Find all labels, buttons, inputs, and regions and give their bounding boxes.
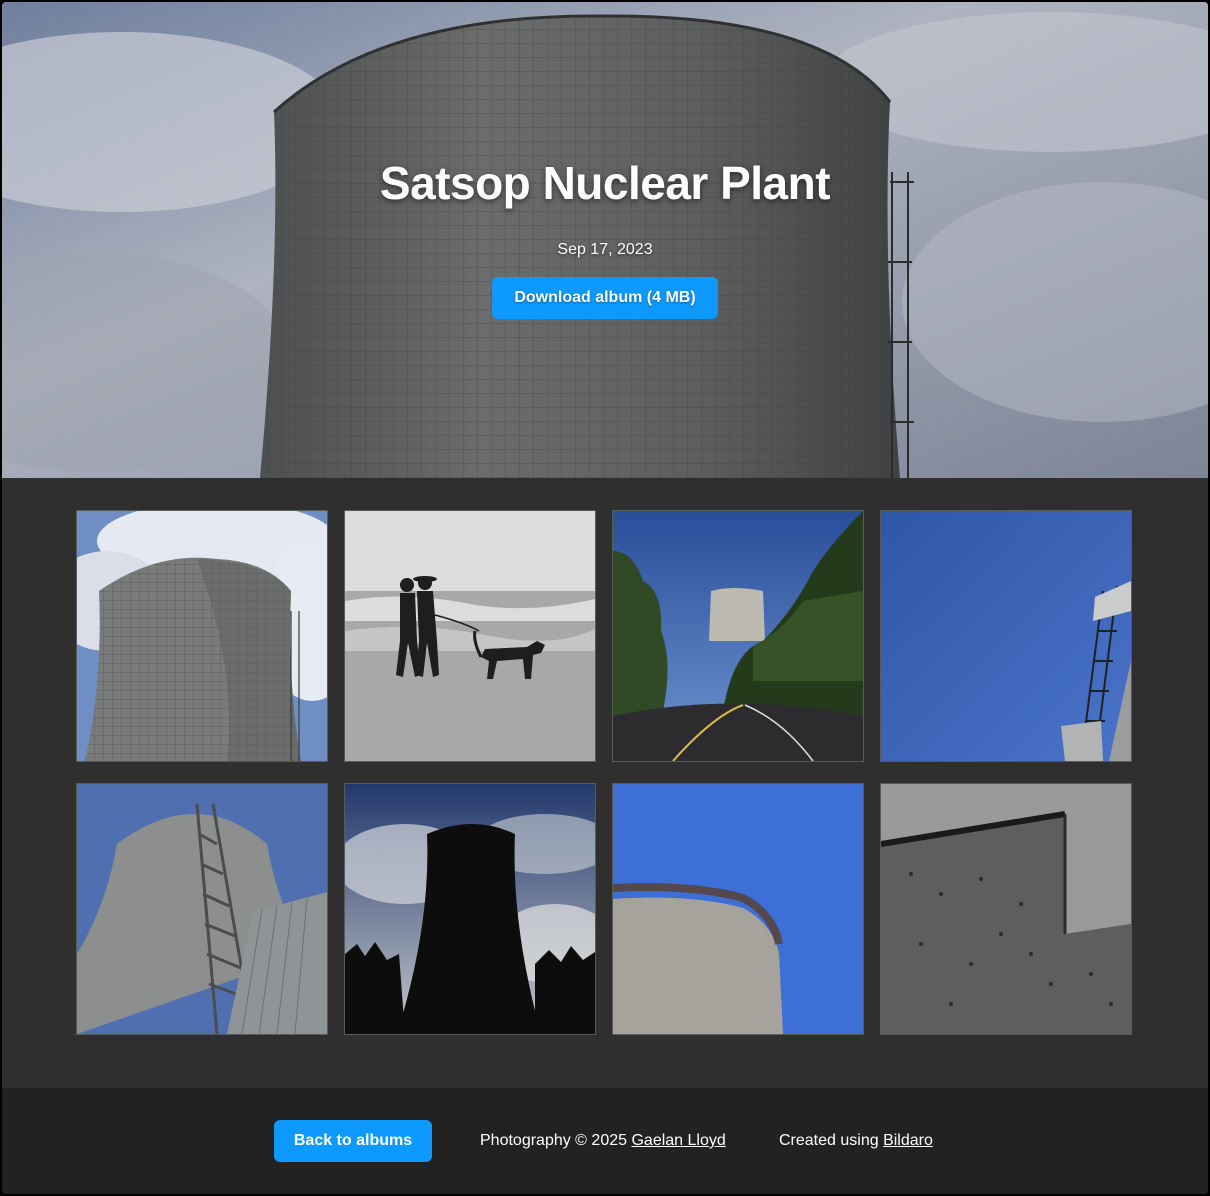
photo-thumbnail-tower-ladder[interactable] [76, 783, 328, 1035]
created-prefix: Created using [779, 1132, 879, 1149]
photo-thumbnail-beach-walk[interactable] [344, 510, 596, 762]
generator-credit: Created using Bildaro [779, 1132, 933, 1150]
photo-image [613, 511, 863, 761]
photo-image [345, 511, 595, 761]
photo-image [881, 784, 1131, 1034]
photo-image [77, 511, 327, 761]
photography-prefix: Photography © 2025 [480, 1132, 628, 1149]
photographer-link[interactable]: Gaelan Lloyd [631, 1132, 725, 1149]
download-album-button[interactable]: Download album (4 MB) [492, 277, 718, 319]
photo-image [881, 511, 1131, 761]
hero-cover-image [2, 2, 1208, 478]
photo-thumbnail-road-tower[interactable] [612, 510, 864, 762]
generator-link[interactable]: Bildaro [883, 1132, 933, 1149]
photo-image [345, 784, 595, 1034]
album-title: Satsop Nuclear Plant [379, 157, 831, 209]
photo-thumbnail-tower-rim[interactable] [612, 783, 864, 1035]
album-date: Sep 17, 2023 [557, 241, 653, 258]
photo-thumbnail-blue-sky-scaffold[interactable] [880, 510, 1132, 762]
back-to-albums-button[interactable]: Back to albums [274, 1120, 432, 1162]
photo-thumbnail-tower-silhouette[interactable] [344, 783, 596, 1035]
album-hero: Satsop Nuclear Plant Sep 17, 2023 Downlo… [2, 2, 1208, 478]
page-frame: Satsop Nuclear Plant Sep 17, 2023 Downlo… [2, 2, 1208, 1194]
photo-image [613, 784, 863, 1034]
photo-thumbnail-concrete-wall[interactable] [880, 783, 1132, 1035]
photo-image [77, 784, 327, 1034]
photo-thumbnail-cooling-tower[interactable] [76, 510, 328, 762]
page-footer: Back to albums Photography © 2025 Gaelan… [2, 1088, 1208, 1194]
photography-credit: Photography © 2025 Gaelan Lloyd [480, 1132, 726, 1150]
